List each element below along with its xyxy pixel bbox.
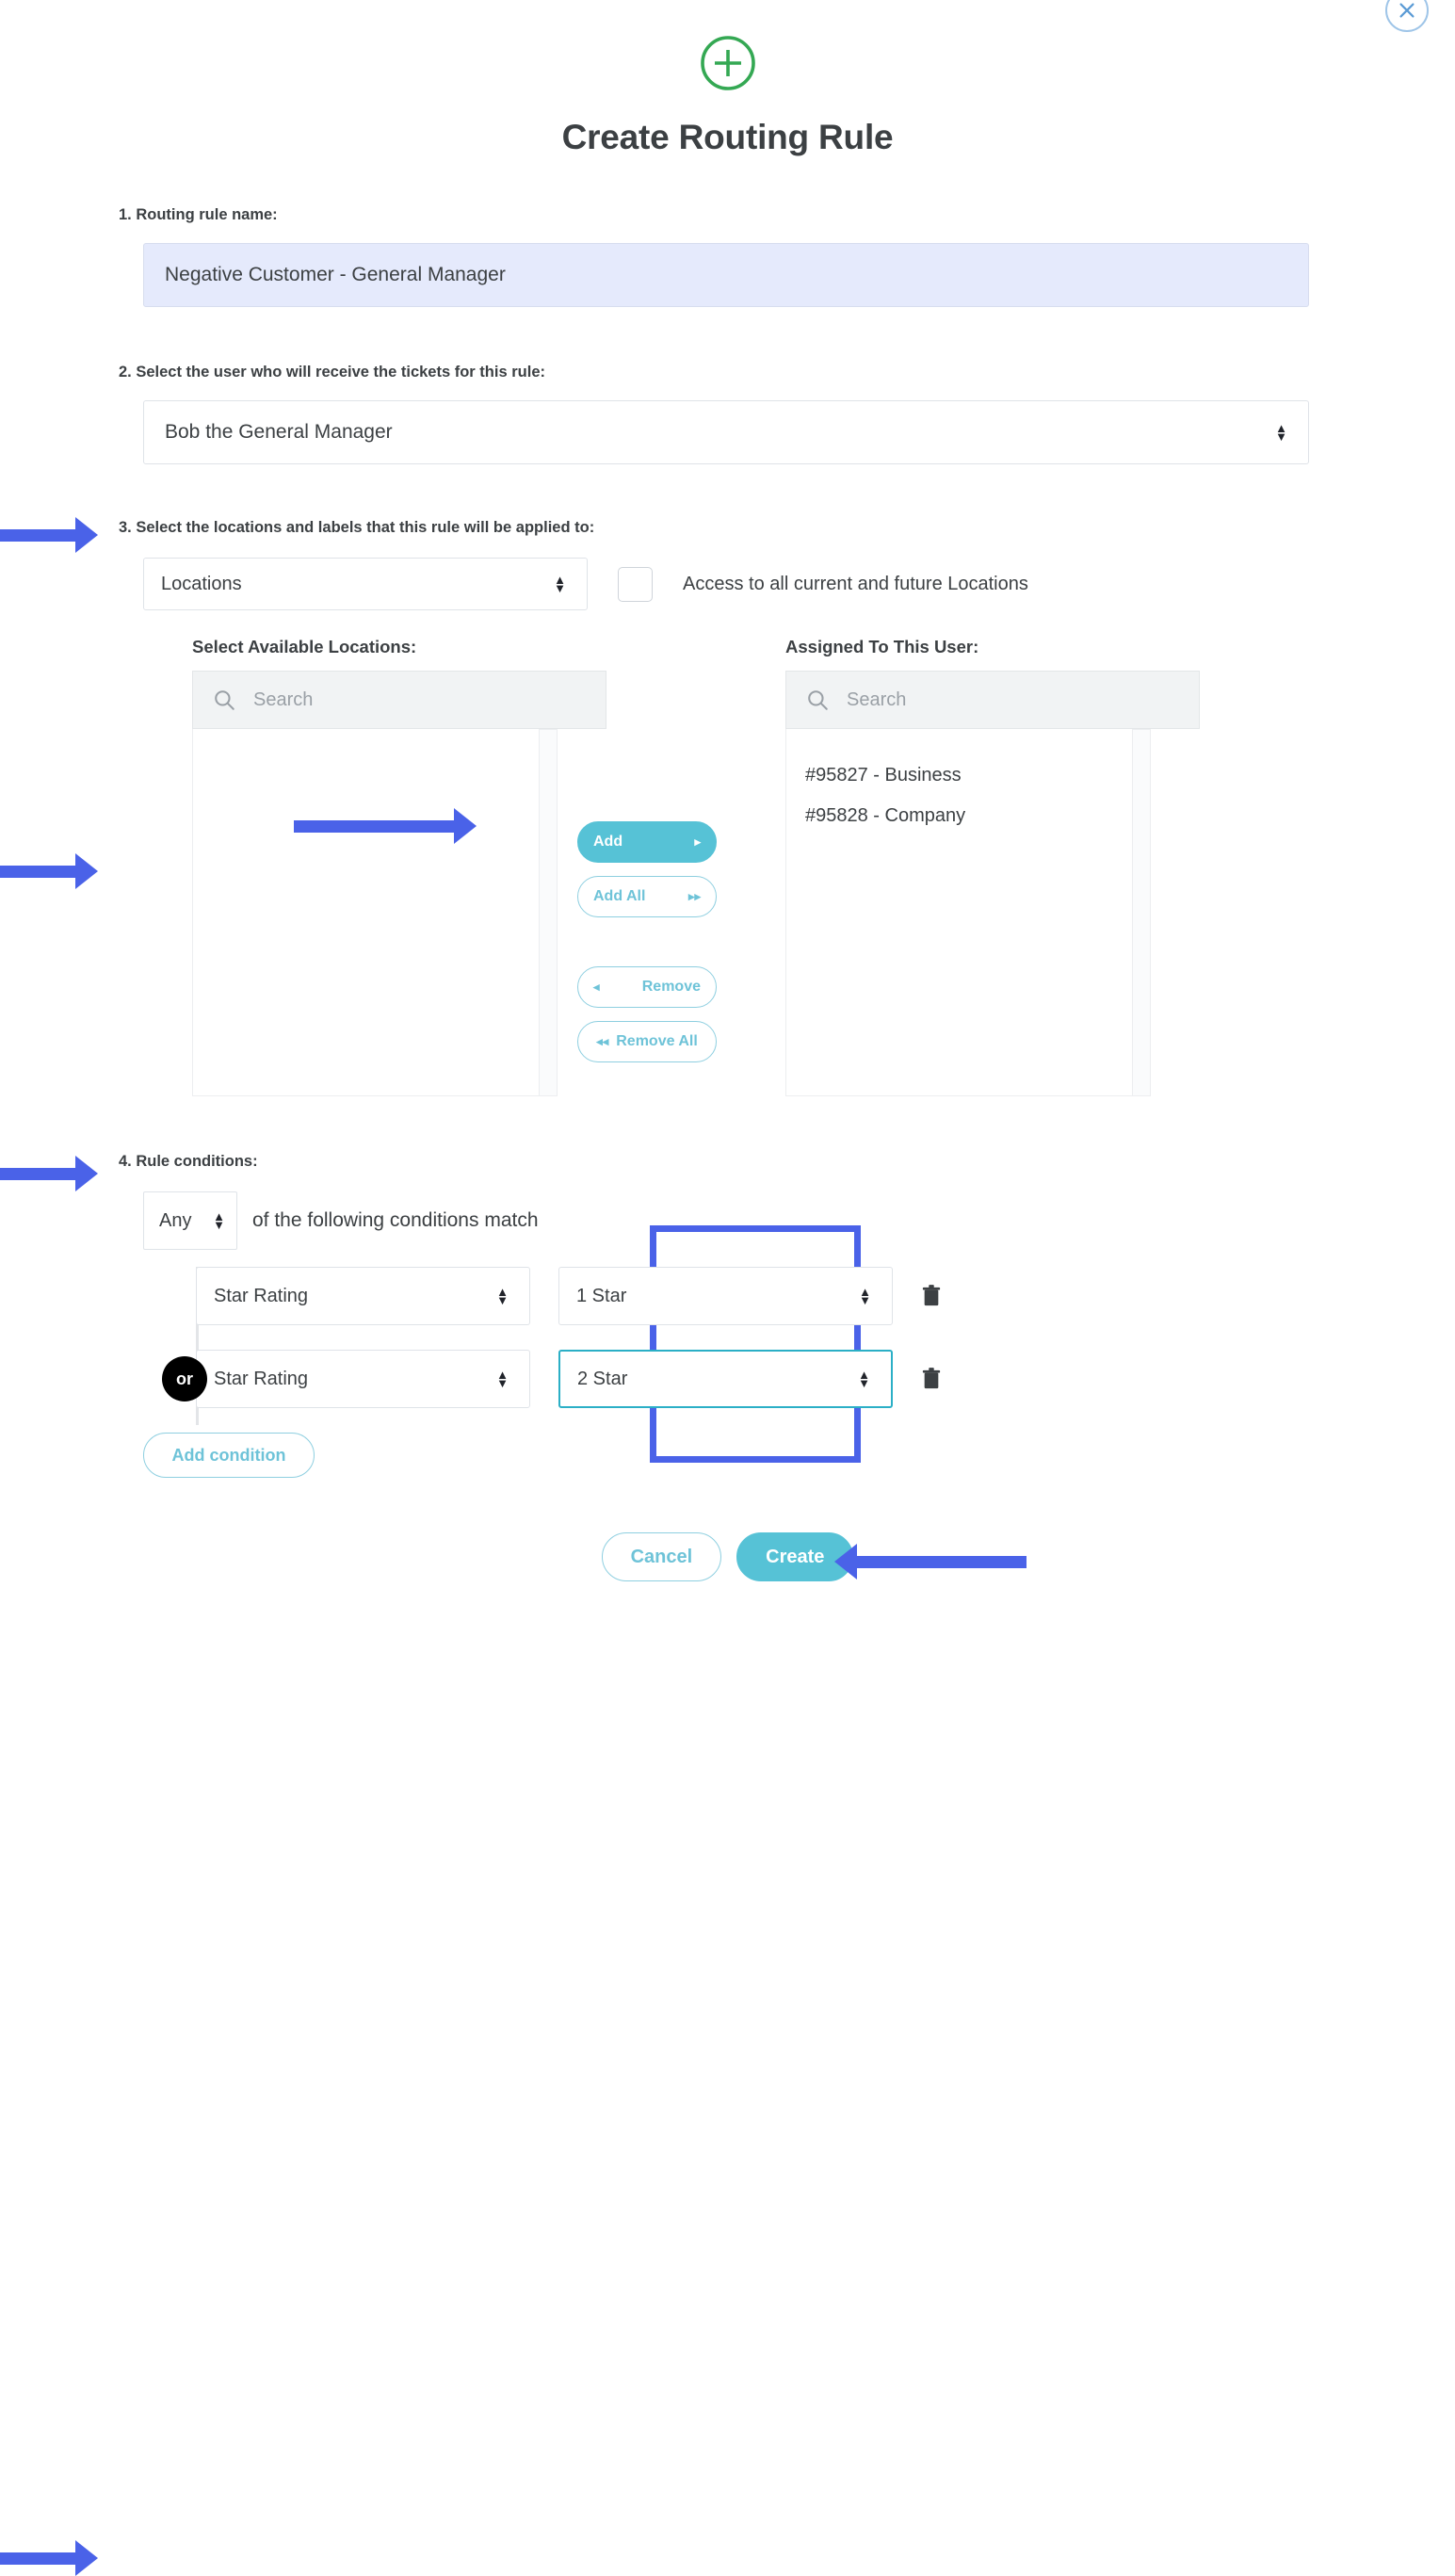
section-locations: 3. Select the locations and labels that … xyxy=(0,519,1455,1463)
step3-label: 3. Select the locations and labels that … xyxy=(119,519,595,536)
condition-row: or Star Rating ▲ ▼ 2 Star ▲ ▼ xyxy=(162,1350,1455,1408)
user-select[interactable]: Bob the General Manager ▲ ▼ xyxy=(143,400,1309,464)
assigned-search-placeholder: Search xyxy=(847,689,907,710)
add-button[interactable]: Add ▸ xyxy=(577,821,717,863)
access-all-locations-label: Access to all current and future Locatio… xyxy=(683,573,1028,594)
chevron-updown-icon: ▲ ▼ xyxy=(858,1368,870,1390)
condition-connector-badge[interactable]: or xyxy=(162,1356,207,1401)
chevron-double-right-icon: ▸▸ xyxy=(687,889,701,903)
rule-name-input[interactable]: Negative Customer - General Manager xyxy=(143,243,1309,307)
section-rule-conditions: 4. Rule conditions: Any ▲ ▼ of the follow… xyxy=(0,1153,1455,2576)
condition-field-value: Star Rating xyxy=(214,1368,309,1389)
assigned-locations-pane: Assigned To This User: Search #95827 - B… xyxy=(736,637,1200,1096)
step1-label: 1. Routing rule name: xyxy=(119,206,278,223)
trash-icon[interactable] xyxy=(921,1367,942,1391)
list-item[interactable]: #95827 - Business xyxy=(786,755,1132,796)
plus-circle-icon xyxy=(699,34,757,97)
add-condition-label: Add condition xyxy=(171,1445,286,1465)
add-condition-button[interactable]: Add condition xyxy=(143,1433,315,1478)
section-assigned-user: 2. Select the user who will receive the … xyxy=(0,364,1455,889)
user-select-value: Bob the General Manager xyxy=(165,421,393,443)
annotation-arrow-match-mode xyxy=(0,2540,98,2576)
chevron-double-left-icon: ◂◂ xyxy=(596,1034,609,1048)
chevron-left-icon: ◂ xyxy=(593,980,600,994)
annotation-arrow-create-button xyxy=(834,1544,1027,1580)
available-search-placeholder: Search xyxy=(253,689,314,710)
modal-body: 1. Routing rule name: Negative Customer … xyxy=(0,206,1455,2576)
chevron-updown-icon: ▲ ▼ xyxy=(554,573,566,595)
modal-footer: Cancel Create xyxy=(0,1532,1455,1581)
create-button-label: Create xyxy=(766,1546,825,1567)
locations-type-value: Locations xyxy=(161,573,242,594)
cancel-button-label: Cancel xyxy=(630,1546,693,1567)
assigned-list-scrollbar[interactable] xyxy=(1133,729,1151,1096)
available-list-scrollbar[interactable] xyxy=(540,729,558,1096)
add-all-button[interactable]: Add All ▸▸ xyxy=(577,876,717,917)
transfer-button-group: Add ▸ Add All ▸▸ ◂ Remove ◂◂ Remove All xyxy=(558,637,736,1096)
trash-icon[interactable] xyxy=(921,1284,942,1308)
condition-value-select[interactable]: 1 Star ▲ ▼ xyxy=(558,1267,893,1325)
condition-row: Star Rating ▲ ▼ 1 Star ▲ ▼ xyxy=(196,1267,1455,1325)
conditions-tree: Star Rating ▲ ▼ 1 Star ▲ ▼ or Star Ratin… xyxy=(143,1267,1455,1425)
step2-label: 2. Select the user who will receive the … xyxy=(119,364,545,381)
match-mode-text: of the following conditions match xyxy=(252,1209,539,1231)
condition-field-select[interactable]: Star Rating ▲ ▼ xyxy=(196,1267,530,1325)
add-button-label: Add xyxy=(593,834,623,850)
access-all-locations-checkbox[interactable] xyxy=(618,566,653,602)
condition-value-select[interactable]: 2 Star ▲ ▼ xyxy=(558,1350,893,1408)
chevron-right-icon: ▸ xyxy=(694,834,701,849)
add-all-button-label: Add All xyxy=(593,888,646,904)
rule-name-value: Negative Customer - General Manager xyxy=(165,264,506,285)
remove-all-button-label: Remove All xyxy=(616,1033,698,1049)
condition-value-text: 1 Star xyxy=(576,1285,627,1306)
remove-all-button[interactable]: ◂◂ Remove All xyxy=(577,1021,717,1062)
assigned-locations-list[interactable]: #95827 - Business #95828 - Company xyxy=(785,729,1134,1096)
chevron-updown-icon: ▲ ▼ xyxy=(213,1209,225,1232)
chevron-updown-icon: ▲ ▼ xyxy=(1275,421,1287,444)
remove-button-label: Remove xyxy=(641,979,701,995)
available-locations-title: Select Available Locations: xyxy=(192,637,417,656)
condition-value-text: 2 Star xyxy=(577,1368,628,1389)
condition-field-value: Star Rating xyxy=(214,1285,309,1306)
assigned-search-input[interactable]: Search xyxy=(785,671,1200,729)
search-icon xyxy=(808,690,828,710)
match-mode-value: Any xyxy=(159,1209,192,1231)
locations-type-select[interactable]: Locations ▲ ▼ xyxy=(143,558,588,610)
locations-transfer-picker: Select Available Locations: Search Add ▸… xyxy=(143,637,1455,1096)
search-icon xyxy=(215,690,234,710)
locations-type-row: Locations ▲ ▼ Access to all current and f… xyxy=(143,558,1455,610)
step4-label: 4. Rule conditions: xyxy=(119,1153,258,1170)
match-mode-select[interactable]: Any ▲ ▼ xyxy=(143,1191,237,1250)
create-button[interactable]: Create xyxy=(736,1532,854,1581)
match-mode-row: Any ▲ ▼ of the following conditions match xyxy=(143,1191,1455,1250)
section-rule-name: 1. Routing rule name: Negative Customer … xyxy=(0,206,1455,553)
available-locations-list[interactable] xyxy=(192,729,541,1096)
remove-button[interactable]: ◂ Remove xyxy=(577,966,717,1008)
cancel-button[interactable]: Cancel xyxy=(601,1532,722,1581)
modal-header: Create Routing Rule xyxy=(0,0,1455,157)
chevron-updown-icon: ▲ ▼ xyxy=(496,1285,509,1307)
chevron-updown-icon: ▲ ▼ xyxy=(496,1368,509,1390)
list-item[interactable]: #95828 - Company xyxy=(786,796,1132,836)
chevron-updown-icon: ▲ ▼ xyxy=(859,1285,871,1307)
close-icon xyxy=(1399,3,1415,18)
condition-field-select[interactable]: Star Rating ▲ ▼ xyxy=(196,1350,530,1408)
page-title: Create Routing Rule xyxy=(561,118,894,156)
assigned-locations-title: Assigned To This User: xyxy=(785,637,979,656)
available-search-input[interactable]: Search xyxy=(192,671,606,729)
available-locations-pane: Select Available Locations: Search xyxy=(143,637,606,1096)
